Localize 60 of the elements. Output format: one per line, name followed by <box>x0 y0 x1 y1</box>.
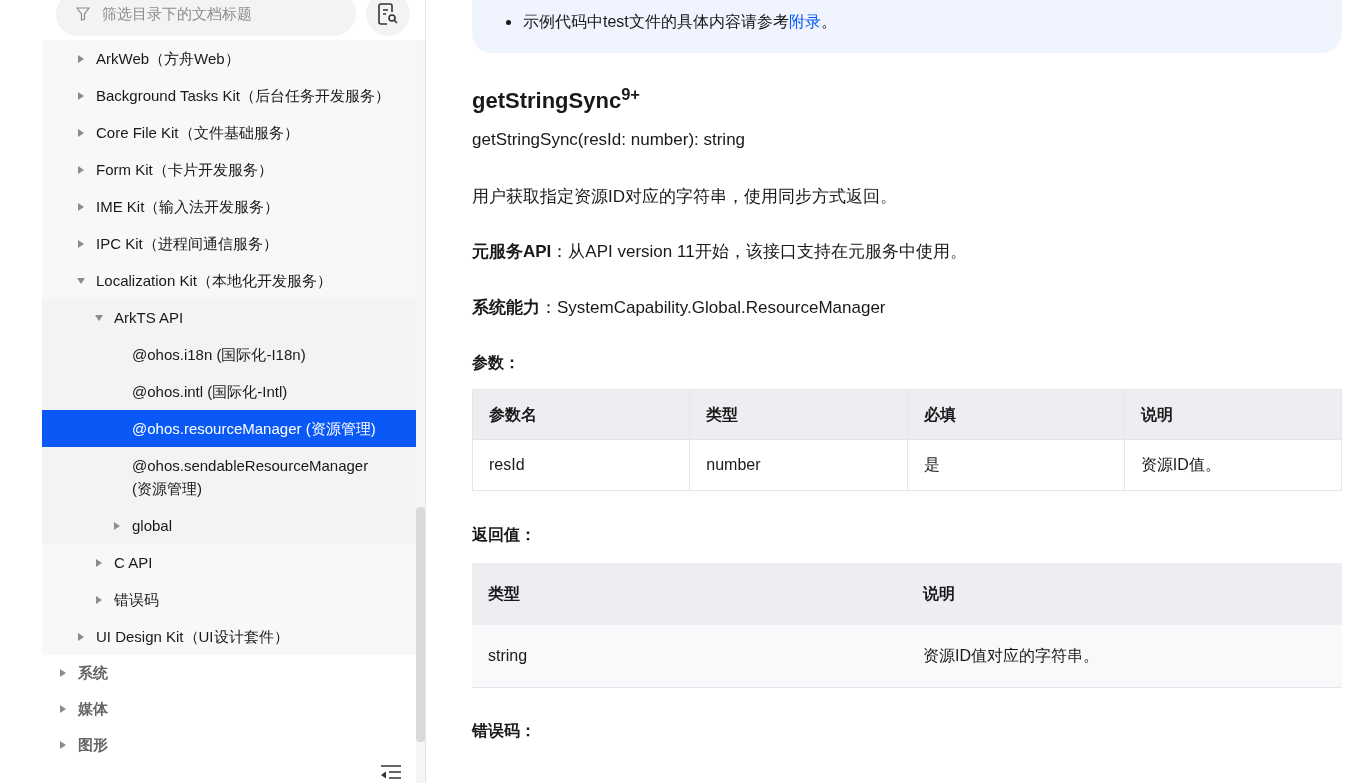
caret-icon <box>78 632 84 641</box>
tree-item[interactable]: Form Kit（卡片开发服务） <box>42 151 416 188</box>
tree-item[interactable]: @ohos.intl (国际化-Intl) <box>42 373 416 410</box>
filter-input[interactable]: 筛选目录下的文档标题 <box>102 2 356 26</box>
caret-icon <box>78 128 84 137</box>
atomic-api-note: 元服务API：从API version 11开始，该接口支持在元服务中使用。 <box>472 241 968 263</box>
filter-field[interactable]: 筛选目录下的文档标题 <box>56 0 356 36</box>
table-header-cell-text: 类型 <box>487 584 521 604</box>
bullet-icon <box>506 19 511 25</box>
document-search-icon <box>378 3 398 25</box>
tree-item[interactable]: ArkWeb（方舟Web） <box>42 40 416 77</box>
note-text: 示例代码中test文件的具体内容请参考附录。 <box>523 12 837 32</box>
tree-item[interactable]: IPC Kit（进程间通信服务） <box>42 225 416 262</box>
table-header-cell-text: 参数名 <box>488 404 538 425</box>
tree-item[interactable]: ArkTS API <box>42 299 416 336</box>
table-cell: 资源ID值。 <box>1123 440 1341 490</box>
appendix-link[interactable]: 附录 <box>788 13 821 30</box>
tree-item[interactable]: Core File Kit（文件基础服务） <box>42 114 416 151</box>
tree-section[interactable]: 媒体 <box>42 691 416 727</box>
tree-item[interactable]: @ohos.i18n (国际化-I18n) <box>42 336 416 373</box>
tree-item[interactable]: 错误码 <box>42 581 416 618</box>
tree-item[interactable]: global <box>42 507 416 544</box>
capability-note: 系统能力：SystemCapability.Global.ResourceManager <box>472 296 887 319</box>
section-heading: 参数： <box>472 353 521 373</box>
caret-icon <box>78 202 84 211</box>
caret-icon <box>78 165 84 174</box>
filter-icon <box>76 7 90 21</box>
tree-item[interactable]: IME Kit（输入法开发服务） <box>42 188 416 225</box>
table-cell-text: string <box>487 646 529 666</box>
caret-icon <box>60 741 66 749</box>
caret-icon <box>60 669 66 677</box>
caret-icon <box>78 91 84 100</box>
table-cell-text: 资源ID值对应的字符串。 <box>922 646 1100 666</box>
tree-item[interactable]: UI Design Kit（UI设计套件） <box>42 618 416 655</box>
tree-item[interactable]: Localization Kit（本地化开发服务） <box>42 262 416 299</box>
tree-section[interactable]: 图形 <box>42 727 416 763</box>
caret-icon <box>78 54 84 63</box>
tree-item[interactable]: Background Tasks Kit（后台任务开发服务） <box>42 77 416 114</box>
scrollbar-thumb[interactable] <box>416 507 425 742</box>
caret-icon <box>78 239 84 248</box>
api-title: getStringSync$^{9+}$ <box>472 86 641 115</box>
tree-item[interactable]: @ohos.sendableResourceManager (资源管理) <box>42 447 416 507</box>
tree-section[interactable]: 系统 <box>42 655 416 691</box>
caret-icon <box>96 595 102 604</box>
description: 用户获取指定资源ID对应的字符串，使用同步方式返回。 <box>472 185 898 208</box>
caret-icon <box>96 558 102 567</box>
table-cell-text: resId <box>488 455 526 475</box>
api-signature: getStringSync(resId: number): string <box>472 129 747 151</box>
caret-icon <box>114 521 120 530</box>
search-document-button[interactable] <box>366 0 410 36</box>
table-cell: number <box>689 440 907 490</box>
caret-icon <box>77 277 85 284</box>
section-heading: 错误码： <box>472 721 537 741</box>
table-cell: 是 <box>906 440 1124 490</box>
table-header-cell-text: 说明 <box>921 584 956 604</box>
tree-item[interactable]: C API <box>42 544 416 581</box>
section-heading: 返回值： <box>472 525 537 545</box>
caret-icon <box>95 314 103 321</box>
tree-item[interactable]: @ohos.resourceManager (资源管理) <box>42 410 416 447</box>
caret-icon <box>60 705 66 713</box>
